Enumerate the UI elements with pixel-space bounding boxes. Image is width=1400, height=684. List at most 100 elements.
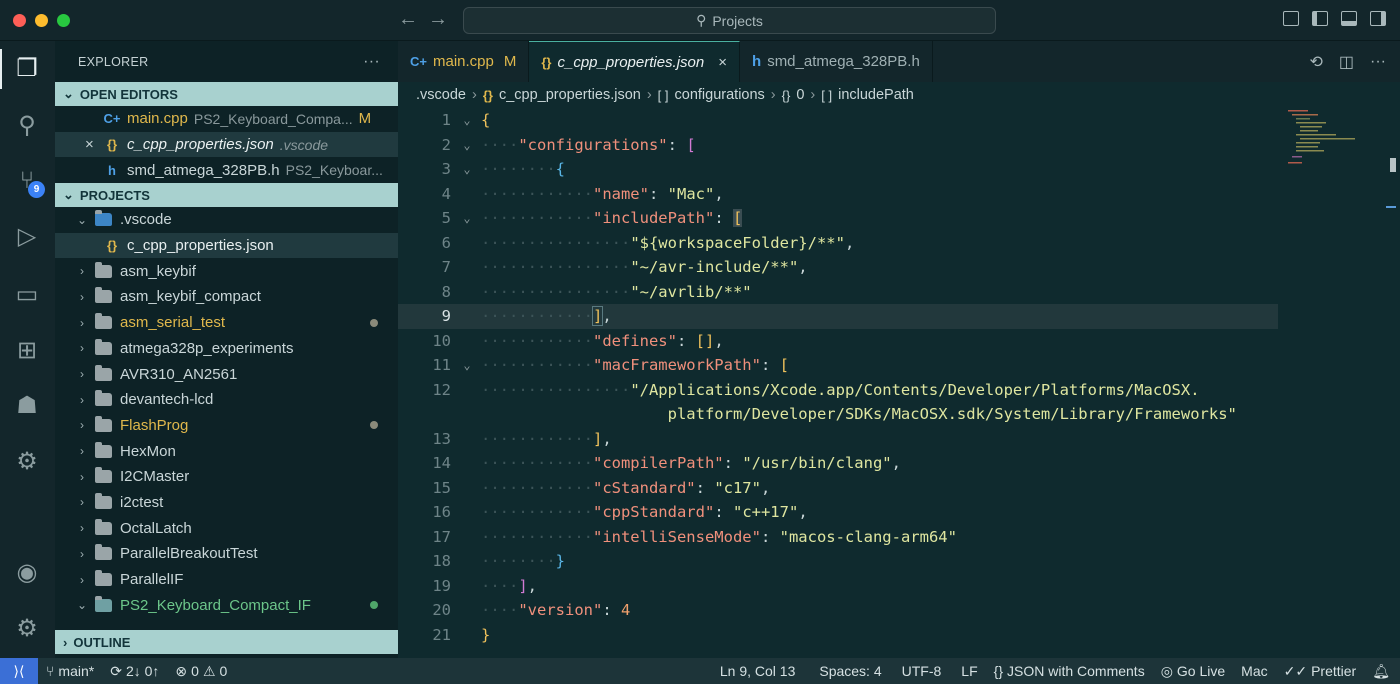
platform-status[interactable]: Mac: [1233, 663, 1275, 679]
breadcrumb-item[interactable]: .vscode: [416, 87, 466, 103]
fold-icon[interactable]: ⌄: [453, 138, 481, 152]
sync-counts: 2↓ 0↑: [125, 663, 160, 679]
code-line: 11 ⌄ ············"macFrameworkPath": [: [398, 353, 1278, 378]
code-editor[interactable]: 1 ⌄{ 2 ⌄ ····"configurations": [ 3 ⌄ ········…: [398, 108, 1400, 658]
folder-item[interactable]: › ParallelBreakoutTest: [55, 541, 398, 567]
line-number: 10: [432, 331, 451, 350]
open-editors-label: OPEN EDITORS: [79, 86, 178, 102]
scrollbar-thumb[interactable]: [1390, 158, 1396, 172]
code-line: 20 ····"version": 4: [398, 598, 1278, 623]
cursor-position[interactable]: Ln 9, Col 13: [712, 663, 804, 679]
breadcrumb-item[interactable]: 0: [796, 87, 804, 103]
account-icon[interactable]: ◉: [10, 555, 44, 589]
folder-name: asm_keybif_compact: [120, 288, 261, 306]
forward-arrow-icon[interactable]: →: [428, 8, 448, 31]
folder-item[interactable]: › i2ctest: [55, 490, 398, 516]
indentation[interactable]: Spaces: 4: [811, 663, 889, 679]
docker-icon[interactable]: ☗: [10, 388, 44, 422]
header-file-icon: h: [108, 162, 116, 178]
breadcrumb-item[interactable]: c_cpp_properties.json: [499, 87, 641, 103]
folder-item[interactable]: › FlashProg: [55, 413, 398, 439]
folder-ps2-keyboard[interactable]: ⌄ PS2_Keyboard_Compact_IF: [55, 592, 398, 618]
folder-item[interactable]: › ParallelIF: [55, 567, 398, 593]
fold-icon[interactable]: ⌄: [453, 113, 481, 127]
branch-status[interactable]: ⑂ main*: [38, 663, 102, 679]
more-actions-icon[interactable]: ···: [363, 53, 380, 71]
folder-name: FlashProg: [120, 416, 189, 434]
toggle-sidebar-icon[interactable]: [1312, 11, 1328, 26]
modified-badge: M: [358, 110, 372, 128]
back-arrow-icon[interactable]: ←: [398, 8, 418, 31]
folder-name: PS2_Keyboard_Compact_IF: [120, 596, 311, 614]
extensions-icon[interactable]: ⊞: [10, 333, 44, 367]
toggle-secondary-sidebar-icon[interactable]: [1370, 11, 1386, 26]
close-window-button[interactable]: [13, 14, 26, 27]
close-icon[interactable]: ×: [718, 54, 727, 71]
json-key: "configurations": [518, 135, 668, 154]
customize-layout-icon[interactable]: [1283, 11, 1299, 26]
folder-item[interactable]: › AVR310_AN2561: [55, 361, 398, 387]
projects-section[interactable]: ⌄ PROJECTS: [55, 183, 398, 208]
encoding[interactable]: UTF-8: [894, 663, 950, 679]
minimize-window-button[interactable]: [35, 14, 48, 27]
sync-status[interactable]: ⟳ 2↓ 0↑: [102, 663, 167, 680]
fold-icon[interactable]: ⌄: [453, 358, 481, 372]
folder-item[interactable]: › OctalLatch: [55, 515, 398, 541]
more-actions-icon[interactable]: ···: [1370, 53, 1386, 71]
open-editors-section[interactable]: ⌄ OPEN EDITORS: [55, 82, 398, 106]
tab-main-cpp[interactable]: C+ main.cpp M: [398, 41, 530, 82]
search-icon[interactable]: ⚲: [10, 108, 44, 142]
problems-status[interactable]: ⊗ 0 ⚠ 0: [167, 663, 235, 680]
end-of-line[interactable]: LF: [953, 663, 985, 679]
prettier-status[interactable]: ✓✓ Prettier: [1276, 663, 1365, 680]
tab-smd-atmega[interactable]: h smd_atmega_328PB.h: [740, 41, 933, 82]
folder-vscode[interactable]: ⌄ .vscode: [55, 207, 398, 233]
split-editor-icon[interactable]: ◫: [1339, 52, 1354, 72]
notifications-icon[interactable]: 🔔︎: [1364, 663, 1400, 680]
folder-name: ParallelIF: [120, 571, 184, 589]
open-editor-item[interactable]: C+ main.cpp PS2_Keyboard_Compa... M: [55, 106, 398, 132]
scrollbar-cursor-marker: [1386, 206, 1396, 208]
language-label: JSON with Comments: [1007, 663, 1145, 679]
fold-icon[interactable]: ⌄: [453, 162, 481, 176]
folder-item[interactable]: › asm_keybif: [55, 258, 398, 284]
outline-section[interactable]: › OUTLINE: [55, 630, 398, 654]
cmake-icon[interactable]: ⚙: [10, 444, 44, 478]
go-live-button[interactable]: ◎ Go Live: [1153, 663, 1233, 680]
folder-item[interactable]: › atmega328p_experiments: [55, 336, 398, 362]
folder-item[interactable]: › devantech-lcd: [55, 387, 398, 413]
folder-item[interactable]: › asm_serial_test: [55, 310, 398, 336]
open-editor-item[interactable]: × {} c_cpp_properties.json .vscode: [55, 131, 398, 158]
settings-icon[interactable]: ⚙: [10, 611, 44, 645]
toggle-panel-icon[interactable]: [1341, 11, 1357, 26]
folder-name: asm_keybif: [120, 262, 196, 280]
command-center-search[interactable]: ⚲ Projects: [463, 7, 996, 34]
breadcrumb-item[interactable]: configurations: [675, 87, 765, 103]
breadcrumb: .vscode › {} c_cpp_properties.json › [ ]…: [398, 82, 1400, 108]
remote-explorer-icon[interactable]: ▭: [10, 277, 44, 311]
folder-icon: [95, 390, 112, 407]
run-debug-icon[interactable]: ▷: [10, 219, 44, 253]
open-editor-item[interactable]: h smd_atmega_328PB.h PS2_Keyboar...: [55, 157, 398, 183]
folder-icon: [95, 441, 112, 458]
json-value: platform/Developer/SDKs/MacOSX.sdk/Syste…: [667, 405, 1237, 424]
maximize-window-button[interactable]: [57, 14, 70, 27]
close-icon[interactable]: ×: [85, 136, 103, 153]
minimap[interactable]: [1280, 108, 1370, 168]
language-mode[interactable]: {} JSON with Comments: [986, 663, 1153, 679]
folder-item[interactable]: › HexMon: [55, 438, 398, 464]
explorer-icon[interactable]: ❐: [10, 51, 44, 85]
chevron-right-icon: ›: [646, 87, 652, 103]
chevron-right-icon: ›: [810, 87, 816, 103]
file-c-cpp-properties[interactable]: {} c_cpp_properties.json: [55, 232, 398, 259]
json-key: "cppStandard": [592, 503, 715, 522]
tab-c-cpp-properties[interactable]: {} c_cpp_properties.json ×: [529, 41, 741, 82]
remote-indicator-icon[interactable]: ⟩⟨: [0, 658, 38, 684]
breadcrumb-item[interactable]: includePath: [838, 87, 914, 103]
timeline-icon[interactable]: ⟲: [1309, 52, 1322, 72]
line-number: 7: [441, 258, 451, 277]
folder-item[interactable]: › I2CMaster: [55, 464, 398, 490]
fold-icon[interactable]: ⌄: [453, 211, 481, 225]
code-line: 18 ········}: [398, 549, 1278, 574]
folder-item[interactable]: › asm_keybif_compact: [55, 284, 398, 310]
